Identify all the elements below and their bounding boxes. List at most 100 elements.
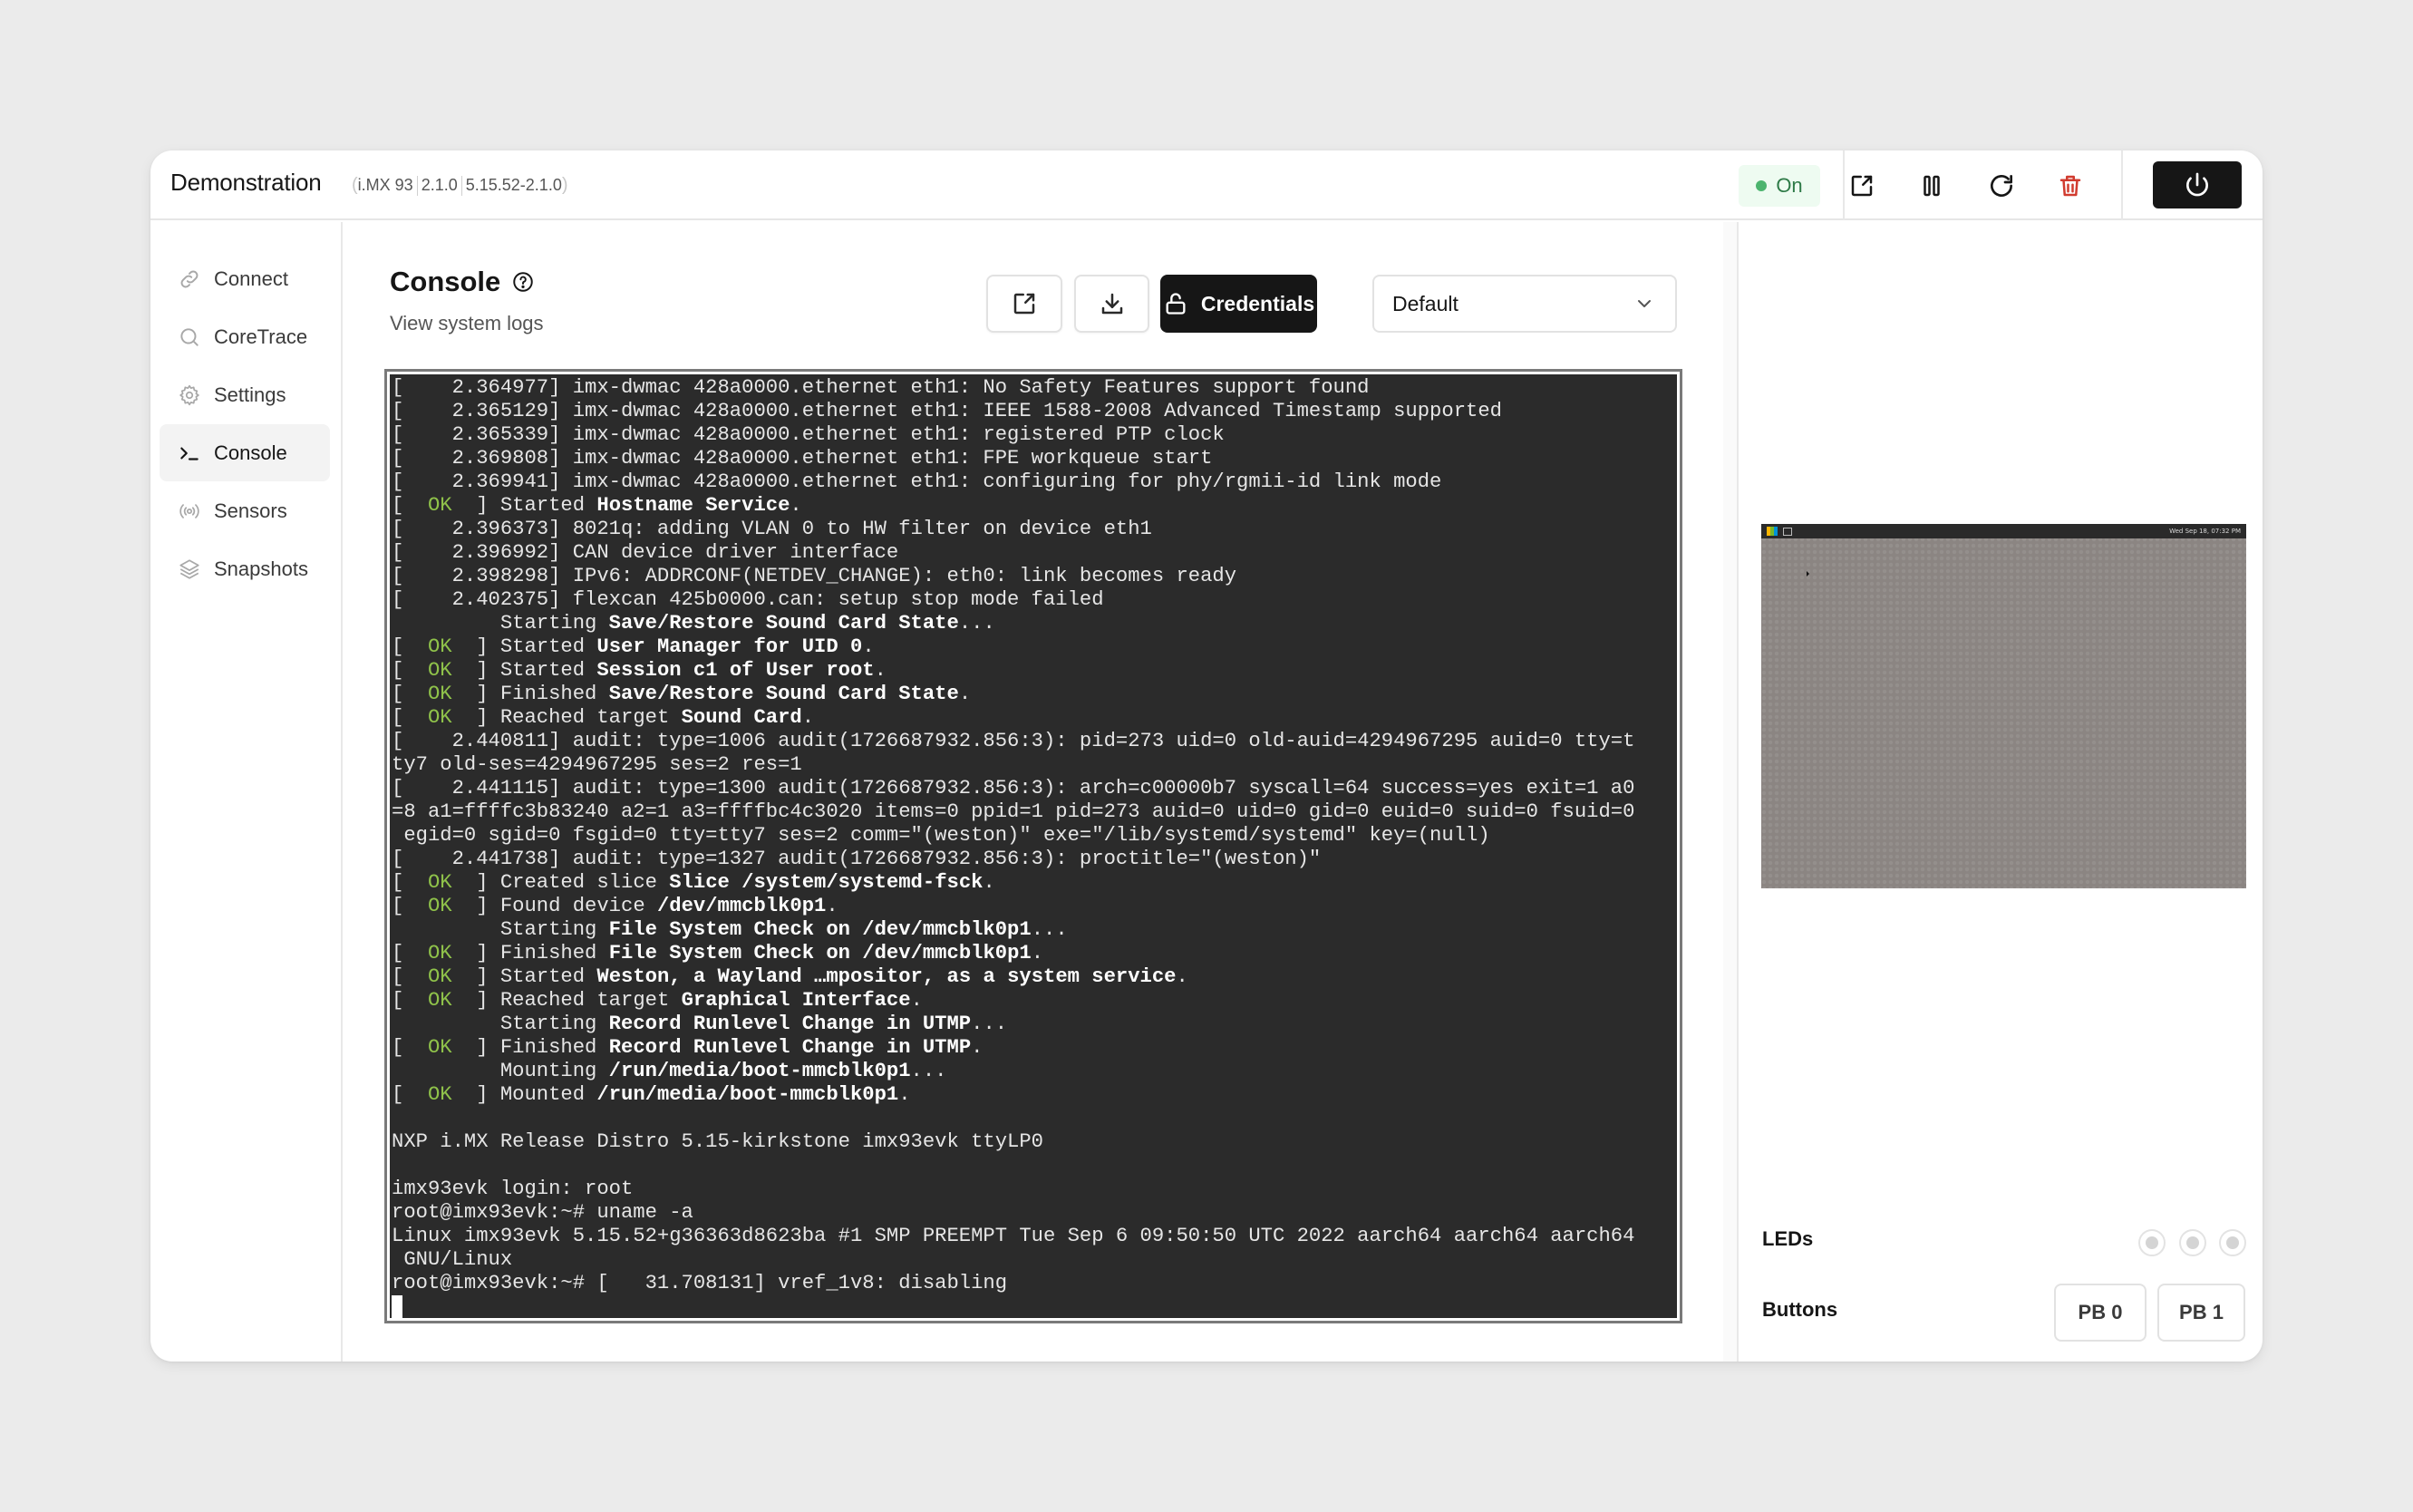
unit-name: File System Check on /dev/mmcblk0p1 xyxy=(608,942,1032,964)
terminal-line: egid=0 sgid=0 fsgid=0 tty=tty7 ses=2 com… xyxy=(392,824,1677,848)
console-profile-select[interactable]: Default xyxy=(1372,275,1677,333)
log-text: [ xyxy=(392,659,428,682)
unit-name: Weston, a Wayland …mpositor, as a system… xyxy=(596,965,1177,988)
terminal-line: [ OK ] Reached target Sound Card. xyxy=(392,706,1677,730)
led-indicator xyxy=(2138,1229,2166,1256)
log-text: [ 2.396992] CAN device driver interface xyxy=(392,541,899,564)
page-title: Console xyxy=(390,266,535,298)
terminal-line: [ 2.398298] IPv6: ADDRCONF(NETDEV_CHANGE… xyxy=(392,565,1677,588)
log-text: ] Found device xyxy=(451,895,657,917)
terminal-line: [ 2.369941] imx-dwmac 428a0000.ethernet … xyxy=(392,470,1677,494)
sidebar-item-snapshots[interactable]: Snapshots xyxy=(160,540,330,597)
log-text: ... xyxy=(971,1013,1008,1035)
header-divider xyxy=(2121,150,2123,220)
terminal-line: Starting Record Runlevel Change in UTMP.… xyxy=(392,1013,1677,1036)
right-panel-divider xyxy=(1737,222,1739,1362)
log-text: . xyxy=(862,635,875,658)
delete-button[interactable] xyxy=(2052,168,2088,204)
preview-clock: Wed Sep 18, 07:32 PM xyxy=(2169,528,2241,535)
terminal-line: imx93evk login: root xyxy=(392,1178,1677,1201)
unit-name: Graphical Interface xyxy=(681,989,911,1012)
sidebar-item-console[interactable]: Console xyxy=(160,424,330,481)
pb1-button[interactable]: PB 1 xyxy=(2157,1284,2245,1342)
terminal-line: [ 2.396373] 8021q: adding VLAN 0 to HW f… xyxy=(392,518,1677,541)
trash-icon xyxy=(2059,175,2081,197)
log-text: [ 2.369808] imx-dwmac 428a0000.ethernet … xyxy=(392,447,1213,470)
terminal-line: [ OK ] Started Weston, a Wayland …mposit… xyxy=(392,965,1677,989)
sidebar-item-sensors[interactable]: Sensors xyxy=(160,482,330,539)
sidebar-item-label: Settings xyxy=(214,383,286,406)
terminal-line: [ OK ] Started Session c1 of User root. xyxy=(392,659,1677,683)
download-log-button[interactable] xyxy=(1074,275,1149,333)
log-text: ] Created slice xyxy=(451,871,670,894)
ok-status: OK xyxy=(427,659,452,682)
main-scrollbar[interactable] xyxy=(1723,222,1737,1362)
restart-button[interactable] xyxy=(1983,168,2020,204)
open-external-button[interactable] xyxy=(1844,168,1880,204)
unit-name: /run/media/boot-mmcblk0p1 xyxy=(608,1060,911,1082)
nxp-logo-icon xyxy=(1767,527,1778,536)
unit-name: Slice /system/systemd-fsck xyxy=(669,871,984,894)
refresh-icon xyxy=(1991,175,2012,197)
log-text: ] Finished xyxy=(451,1036,609,1059)
ok-status: OK xyxy=(427,635,452,658)
terminal-line: [ 2.396992] CAN device driver interface xyxy=(392,541,1677,565)
log-text: ] Started xyxy=(451,494,597,517)
terminal-output[interactable]: [ 2.364977] imx-dwmac 428a0000.ethernet … xyxy=(390,374,1677,1318)
credentials-button[interactable]: Credentials xyxy=(1160,275,1317,333)
log-text: [ 2.365339] imx-dwmac 428a0000.ethernet … xyxy=(392,423,1225,446)
sidebar-item-label: CoreTrace xyxy=(214,325,308,348)
status-badge: On xyxy=(1739,165,1820,207)
pb0-button[interactable]: PB 0 xyxy=(2054,1284,2147,1342)
log-text: . xyxy=(958,683,972,705)
terminal-line: [ OK ] Finished Record Runlevel Change i… xyxy=(392,1036,1677,1060)
log-text: [ xyxy=(392,494,428,517)
popout-console-button[interactable] xyxy=(986,275,1062,333)
unit-name: Save/Restore Sound Card State xyxy=(608,612,959,635)
log-text: [ 2.364977] imx-dwmac 428a0000.ethernet … xyxy=(392,376,1370,399)
unit-name: File System Check on /dev/mmcblk0p1 xyxy=(608,918,1032,941)
terminal-line: Starting File System Check on /dev/mmcbl… xyxy=(392,918,1677,942)
ok-status: OK xyxy=(427,871,452,894)
preview-taskbar: Wed Sep 18, 07:32 PM xyxy=(1761,524,2246,538)
sidebar-item-coretrace[interactable]: CoreTrace xyxy=(160,308,330,365)
terminal-line: [ OK ] Finished File System Check on /de… xyxy=(392,942,1677,965)
sidebar-item-connect[interactable]: Connect xyxy=(160,250,330,307)
unit-name: Record Runlevel Change in UTMP xyxy=(608,1013,972,1035)
ok-status: OK xyxy=(427,965,452,988)
power-button[interactable] xyxy=(2153,161,2242,208)
log-text: GNU/Linux xyxy=(392,1248,513,1271)
terminal-line: [ OK ] Reached target Graphical Interfac… xyxy=(392,989,1677,1013)
sidebar-item-settings[interactable]: Settings xyxy=(160,366,330,423)
log-text: ty7 old-ses=4294967295 ses=2 res=1 xyxy=(392,753,802,776)
log-text: Starting xyxy=(392,1013,609,1035)
terminal-cursor xyxy=(392,1295,402,1318)
header: Demonstration ( i.MX 93 2.1.0 5.15.52-2.… xyxy=(150,150,2263,220)
terminal-line: [ 2.441115] audit: type=1300 audit(17266… xyxy=(392,777,1677,800)
screen-preview[interactable]: Wed Sep 18, 07:32 PM xyxy=(1761,524,2246,888)
unit-name: /dev/mmcblk0p1 xyxy=(656,895,827,917)
terminal-line: [ OK ] Found device /dev/mmcblk0p1. xyxy=(392,895,1677,918)
pause-icon xyxy=(1924,175,1940,197)
help-icon[interactable] xyxy=(511,270,535,294)
pause-button[interactable] xyxy=(1914,168,1950,204)
led-core xyxy=(2226,1236,2239,1249)
sidebar-item-label: Console xyxy=(214,441,287,464)
terminal-line: [ OK ] Mounted /run/media/boot-mmcblk0p1… xyxy=(392,1083,1677,1107)
log-text: ] Reached target xyxy=(451,706,682,729)
terminal-line: root@imx93evk:~# uname -a xyxy=(392,1201,1677,1225)
select-value: Default xyxy=(1392,291,1458,315)
log-text: ] Finished xyxy=(451,942,609,964)
ok-status: OK xyxy=(427,895,452,917)
terminal-line: [ OK ] Started Hostname Service. xyxy=(392,494,1677,518)
terminal-line: [ OK ] Created slice Slice /system/syste… xyxy=(392,871,1677,895)
terminal-line: [ 2.364977] imx-dwmac 428a0000.ethernet … xyxy=(392,376,1677,400)
mouse-pointer-icon xyxy=(1807,571,1809,577)
ok-status: OK xyxy=(427,989,452,1012)
log-text: . xyxy=(898,1083,911,1106)
unit-name: Session c1 of User root xyxy=(596,659,875,682)
unit-name: Record Runlevel Change in UTMP xyxy=(608,1036,972,1059)
log-text: root@imx93evk:~# [ 31.708131] vref_1v8: … xyxy=(392,1272,1008,1294)
